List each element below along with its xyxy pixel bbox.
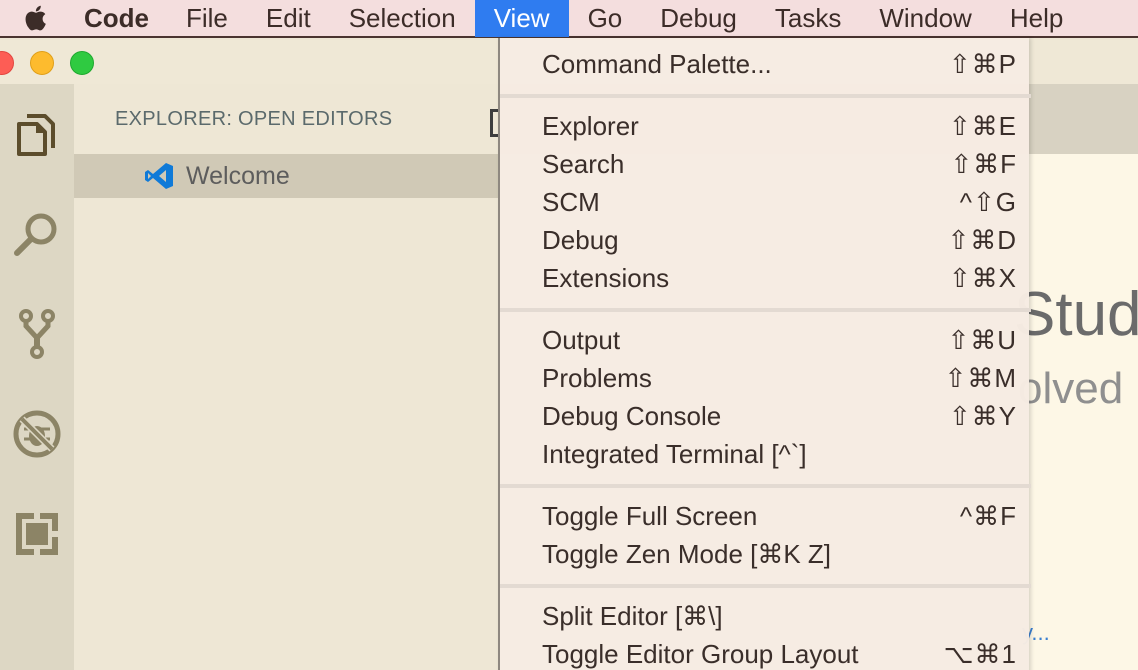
source-control-icon[interactable] <box>0 284 74 384</box>
menu-item-shortcut: ⇧⌘E <box>948 110 1017 141</box>
open-editor-label: Welcome <box>186 161 290 190</box>
menu-help[interactable]: Help <box>991 0 1082 37</box>
menu-item-label: Toggle Zen Mode [⌘K Z] <box>542 538 832 569</box>
menu-item-problems[interactable]: Problems ⇧⌘M <box>500 359 1031 397</box>
menu-item-toggle-zen-mode[interactable]: Toggle Zen Mode [⌘K Z] <box>500 535 1031 573</box>
menu-item-toggle-editor-group-layout[interactable]: Toggle Editor Group Layout ⌥⌘1 <box>500 635 1031 670</box>
welcome-subheading: olved <box>1018 364 1124 413</box>
menu-item-label: Toggle Editor Group Layout <box>542 638 859 669</box>
menu-item-integrated-terminal[interactable]: Integrated Terminal [^`] <box>500 435 1031 473</box>
menu-item-output[interactable]: Output ⇧⌘U <box>500 321 1031 359</box>
menu-item-label: Output <box>542 324 621 355</box>
window-maximize-button[interactable] <box>70 51 94 75</box>
activity-bar <box>0 84 74 670</box>
menu-item-label: Problems <box>542 362 652 393</box>
sidebar-title: EXPLORER: OPEN EDITORS <box>115 108 393 130</box>
menu-separator <box>500 584 1031 588</box>
menu-bar: Code File Edit Selection View Go Debug T… <box>0 0 1138 38</box>
menu-item-label: Debug <box>542 224 619 255</box>
menu-item-label: Split Editor [⌘\] <box>542 600 723 631</box>
menu-item-label: Extensions <box>542 262 670 293</box>
files-icon[interactable] <box>0 84 74 184</box>
menu-selection[interactable]: Selection <box>330 0 475 37</box>
menu-item-label: Debug Console <box>542 400 722 431</box>
menu-window[interactable]: Window <box>860 0 990 37</box>
search-icon[interactable] <box>0 184 74 284</box>
menu-separator <box>500 308 1031 312</box>
menu-item-label: Command Palette... <box>542 48 772 79</box>
menu-edit[interactable]: Edit <box>247 0 330 37</box>
menu-item-shortcut: ⌥⌘1 <box>943 638 1017 669</box>
menu-item-shortcut: ⇧⌘M <box>944 362 1017 393</box>
menu-item-extensions[interactable]: Extensions ⇧⌘X <box>500 259 1031 297</box>
menu-separator <box>500 484 1031 488</box>
window-minimize-button[interactable] <box>30 51 54 75</box>
menu-separator <box>500 94 1031 98</box>
menu-item-command-palette[interactable]: Command Palette... ⇧⌘P <box>500 45 1031 83</box>
apple-logo-icon[interactable] <box>14 0 56 37</box>
menu-code[interactable]: Code <box>66 0 167 37</box>
menu-debug[interactable]: Debug <box>641 0 756 37</box>
welcome-heading: Stud <box>1014 280 1138 349</box>
vscode-logo-icon <box>144 161 174 191</box>
menu-item-shortcut: ^⇧G <box>959 186 1017 217</box>
menu-item-toggle-full-screen[interactable]: Toggle Full Screen ^⌘F <box>500 497 1031 535</box>
menu-item-shortcut: ⇧⌘Y <box>948 400 1017 431</box>
menu-item-label: SCM <box>542 186 600 217</box>
menu-file[interactable]: File <box>167 0 247 37</box>
menu-item-label: Explorer <box>542 110 639 141</box>
menu-item-label: Toggle Full Screen <box>542 500 758 531</box>
menu-item-shortcut: ⇧⌘X <box>948 262 1017 293</box>
menu-item-split-editor[interactable]: Split Editor [⌘\] <box>500 597 1031 635</box>
menu-item-shortcut: ⇧⌘F <box>950 148 1017 179</box>
menu-item-search[interactable]: Search ⇧⌘F <box>500 145 1031 183</box>
explorer-sidebar: EXPLORER: OPEN EDITORS Welcome <box>74 84 500 670</box>
menu-item-label: Integrated Terminal [^`] <box>542 438 807 469</box>
menu-item-shortcut: ⇧⌘D <box>947 224 1017 255</box>
menu-view[interactable]: View <box>474 0 569 37</box>
menu-item-debug[interactable]: Debug ⇧⌘D <box>500 221 1031 259</box>
menu-item-shortcut: ^⌘F <box>959 500 1017 531</box>
debug-icon[interactable] <box>0 384 74 484</box>
menu-item-shortcut: ⇧⌘U <box>947 324 1017 355</box>
menu-item-debug-console[interactable]: Debug Console ⇧⌘Y <box>500 397 1031 435</box>
extensions-icon[interactable] <box>0 484 74 584</box>
menu-item-shortcut: ⇧⌘P <box>948 48 1017 79</box>
menu-item-label: Search <box>542 148 625 179</box>
menu-item-scm[interactable]: SCM ^⇧G <box>500 183 1031 221</box>
menu-item-explorer[interactable]: Explorer ⇧⌘E <box>500 107 1031 145</box>
menu-go[interactable]: Go <box>569 0 642 37</box>
menu-tasks[interactable]: Tasks <box>756 0 860 37</box>
view-menu-dropdown: Command Palette... ⇧⌘P Explorer ⇧⌘E Sear… <box>498 38 1031 670</box>
open-editor-item[interactable]: Welcome <box>74 154 498 198</box>
